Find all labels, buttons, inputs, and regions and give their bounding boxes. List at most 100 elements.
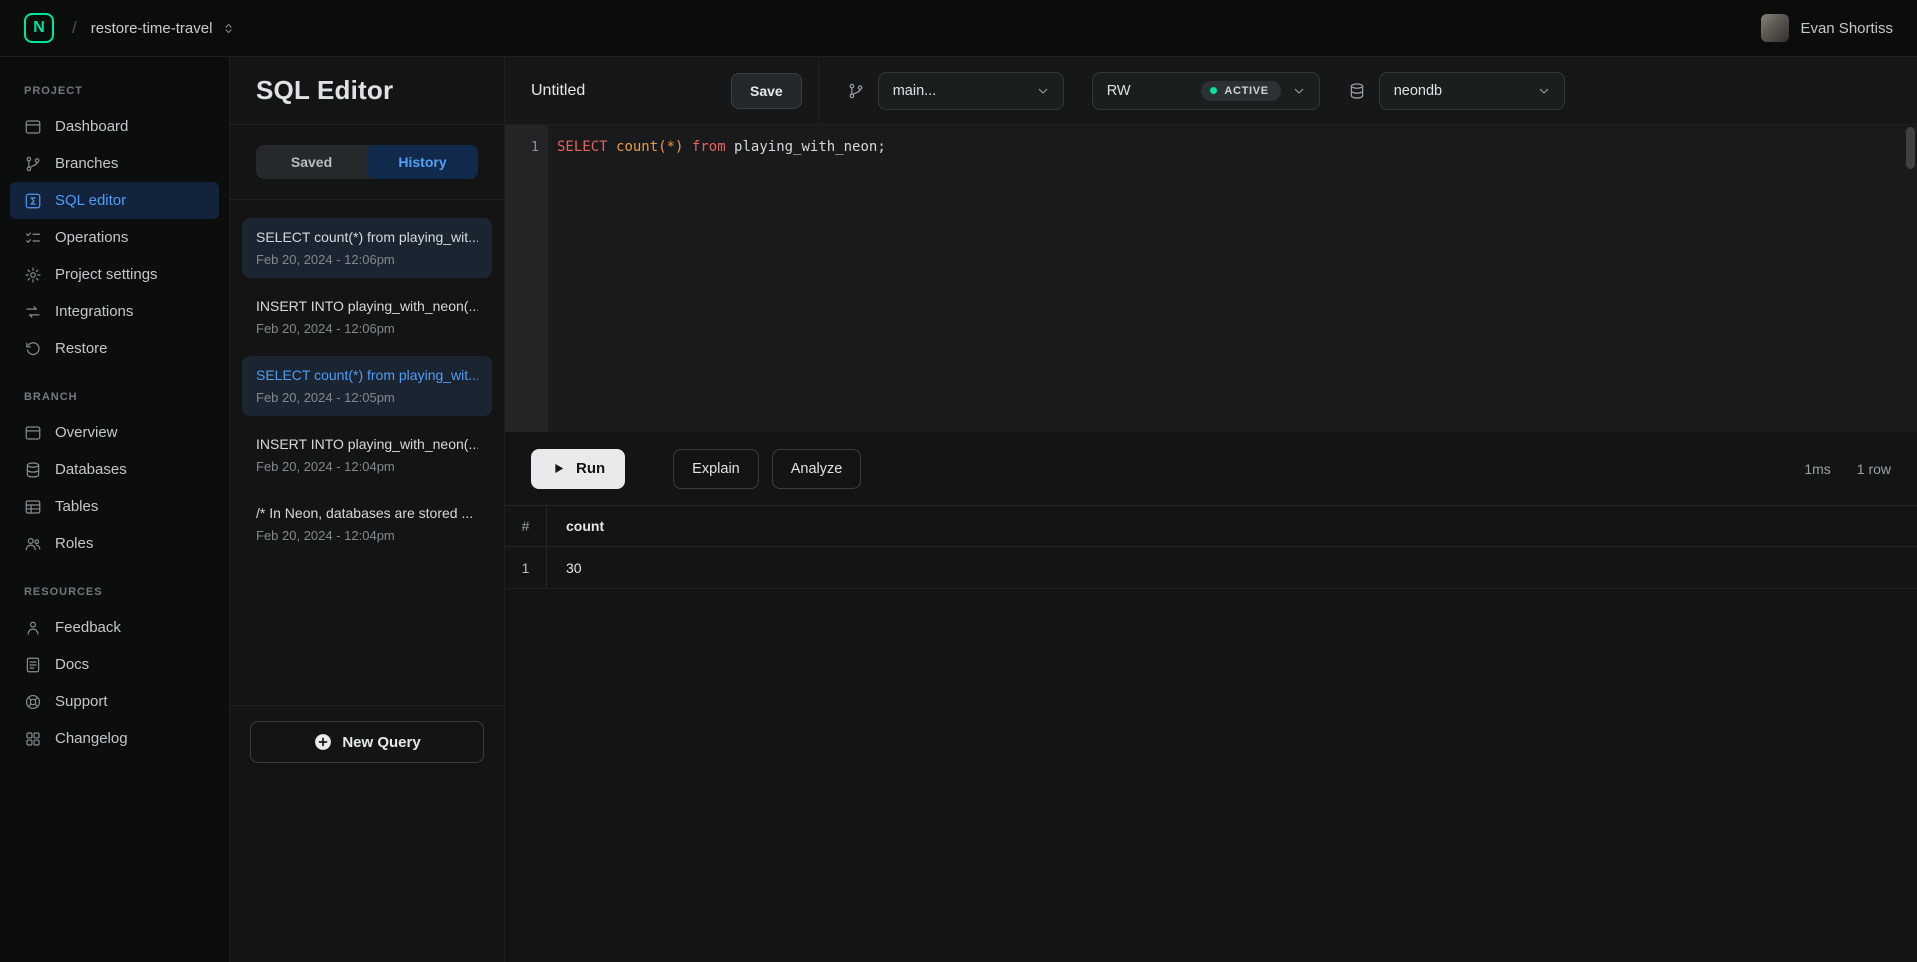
sidebar-item-restore[interactable]: Restore	[10, 330, 219, 367]
history-query-text: /* In Neon, databases are stored ...	[256, 505, 478, 521]
sidebar-item-label: Dashboard	[55, 118, 128, 135]
save-button[interactable]: Save	[731, 73, 802, 109]
explain-button[interactable]: Explain	[673, 449, 759, 489]
history-item[interactable]: SELECT count(*) from playing_wit... Feb 2…	[242, 218, 492, 278]
code-editor[interactable]: 1 SELECT count(*) from playing_with_neon…	[505, 125, 1917, 432]
sidebar-item-databases[interactable]: Databases	[10, 451, 219, 488]
sidebar-item-docs[interactable]: Docs	[10, 646, 219, 683]
chevron-down-icon	[1035, 83, 1051, 99]
overview-icon	[24, 424, 42, 442]
query-tab-title: Untitled	[531, 82, 731, 100]
history-timestamp: Feb 20, 2024 - 12:06pm	[256, 321, 478, 336]
query-duration: 1ms	[1804, 461, 1830, 477]
status-dot	[1210, 87, 1217, 94]
sidebar-item-project-settings[interactable]: Project settings	[10, 256, 219, 293]
branch-icon	[847, 82, 865, 100]
app-root: N / restore-time-travel Evan Shortiss PR…	[0, 0, 1917, 962]
code-token	[683, 139, 691, 155]
tab-saved[interactable]: Saved	[256, 145, 367, 179]
editor-area: Untitled Save main... RW ACTIVE	[505, 57, 1917, 962]
history-query-text: INSERT INTO playing_with_neon(...	[256, 436, 478, 452]
code-token: (*)	[658, 139, 683, 155]
docs-icon	[24, 656, 42, 674]
neon-logo[interactable]: N	[24, 13, 54, 43]
databases-icon	[24, 461, 42, 479]
sidebar-item-branches[interactable]: Branches	[10, 145, 219, 182]
query-row-count: 1 row	[1857, 461, 1891, 477]
editor-scrollbar[interactable]	[1906, 127, 1915, 169]
run-button[interactable]: Run	[531, 449, 625, 489]
database-select-value: neondb	[1394, 83, 1442, 99]
history-timestamp: Feb 20, 2024 - 12:04pm	[256, 459, 478, 474]
neon-logo-letter: N	[33, 19, 45, 37]
sidebar-item-support[interactable]: Support	[10, 683, 219, 720]
top-header: N / restore-time-travel Evan Shortiss	[0, 0, 1917, 57]
plus-circle-icon	[313, 732, 333, 752]
sidebar-item-overview[interactable]: Overview	[10, 414, 219, 451]
sidebar-section-label: RESOURCES	[24, 586, 205, 598]
sidebar: PROJECT Dashboard Branches SQL editor Operat…	[0, 57, 230, 962]
sidebar-item-label: Tables	[55, 498, 98, 515]
sidebar-item-tables[interactable]: Tables	[10, 488, 219, 525]
history-item[interactable]: INSERT INTO playing_with_neon(... Feb 20,…	[242, 425, 492, 485]
feedback-icon	[24, 619, 42, 637]
results-cell-index: 1	[505, 547, 547, 588]
code-token: SELECT	[557, 139, 608, 155]
sidebar-item-sql-editor[interactable]: SQL editor	[10, 182, 219, 219]
user-name: Evan Shortiss	[1800, 20, 1893, 37]
sidebar-item-label: Project settings	[55, 266, 158, 283]
history-item[interactable]: /* In Neon, databases are stored ...Feb …	[242, 494, 492, 554]
database-select[interactable]: neondb	[1379, 72, 1565, 110]
sidebar-item-operations[interactable]: Operations	[10, 219, 219, 256]
play-icon	[551, 461, 566, 476]
query-panel: SQL Editor SavedHistory SELECT count(*) …	[230, 57, 505, 962]
integrations-icon	[24, 303, 42, 321]
sidebar-item-label: Changelog	[55, 730, 128, 747]
sidebar-item-label: Operations	[55, 229, 128, 246]
user-menu[interactable]: Evan Shortiss	[1761, 14, 1893, 42]
results-row[interactable]: 130	[505, 547, 1917, 589]
branch-select[interactable]: main...	[878, 72, 1064, 110]
results-header-count: count	[547, 506, 604, 546]
dashboard-icon	[24, 118, 42, 136]
compute-status-badge: ACTIVE	[1201, 81, 1280, 101]
analyze-button[interactable]: Analyze	[772, 449, 862, 489]
sidebar-item-label: SQL editor	[55, 192, 126, 209]
history-list: SELECT count(*) from playing_wit... Feb 2…	[230, 200, 504, 705]
query-panel-footer: New Query	[230, 705, 504, 778]
avatar	[1761, 14, 1789, 42]
settings-icon	[24, 266, 42, 284]
tab-history[interactable]: History	[367, 145, 478, 179]
sidebar-item-label: Feedback	[55, 619, 121, 636]
breadcrumb-separator: /	[72, 18, 77, 38]
history-query-text: SELECT count(*) from playing_wit...	[256, 229, 478, 245]
code-token: from	[692, 139, 726, 155]
sidebar-item-changelog[interactable]: Changelog	[10, 720, 219, 757]
run-label: Run	[576, 460, 605, 477]
history-item[interactable]: SELECT count(*) from playing_wit...Feb 2…	[242, 356, 492, 416]
branch-select-value: main...	[893, 83, 937, 99]
page-title: SQL Editor	[256, 75, 393, 106]
sidebar-section-label: BRANCH	[24, 391, 205, 403]
sidebar-item-label: Integrations	[55, 303, 133, 320]
sidebar-item-dashboard[interactable]: Dashboard	[10, 108, 219, 145]
editor-topbar: Untitled Save main... RW ACTIVE	[505, 57, 1917, 125]
branches-icon	[24, 155, 42, 173]
results-header-index: #	[505, 506, 547, 546]
sidebar-item-label: Restore	[55, 340, 108, 357]
compute-select[interactable]: RW ACTIVE	[1092, 72, 1320, 110]
project-selector[interactable]: restore-time-travel	[91, 20, 237, 37]
code-line[interactable]: SELECT count(*) from playing_with_neon;	[548, 125, 1917, 432]
sidebar-item-label: Databases	[55, 461, 127, 478]
sidebar-item-roles[interactable]: Roles	[10, 525, 219, 562]
compute-status-label: ACTIVE	[1224, 85, 1268, 97]
sql-editor-icon	[24, 192, 42, 210]
results-header-row: #count	[505, 505, 1917, 547]
sidebar-item-feedback[interactable]: Feedback	[10, 609, 219, 646]
sidebar-section-label: PROJECT	[24, 85, 205, 97]
history-timestamp: Feb 20, 2024 - 12:06pm	[256, 252, 478, 267]
history-item[interactable]: INSERT INTO playing_with_neon(...Feb 20,…	[242, 287, 492, 347]
sidebar-item-integrations[interactable]: Integrations	[10, 293, 219, 330]
new-query-button[interactable]: New Query	[250, 721, 484, 763]
run-toolbar: Run Explain Analyze 1ms 1 row	[505, 432, 1917, 505]
